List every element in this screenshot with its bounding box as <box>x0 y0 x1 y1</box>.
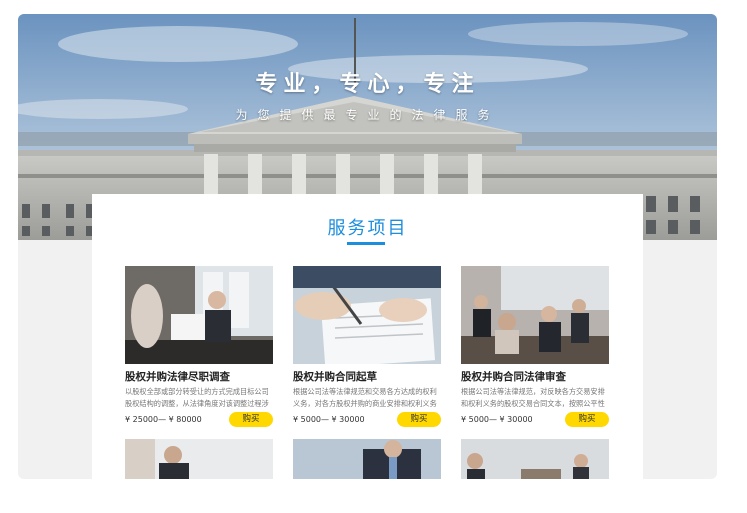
service-card[interactable]: 股权并购合同起草 根据公司法等法律规范和交易各方达成的权利义务，对各方股权并购的… <box>293 266 441 428</box>
service-image-signing <box>293 266 441 364</box>
service-image-partial <box>461 439 609 479</box>
service-image-partial <box>125 439 273 479</box>
buy-button[interactable]: 购买 <box>397 412 441 427</box>
service-description: 根据公司法等法律规范，对反映各方交易安排和权利义务的股权交易合同文本，按照公平性… <box>461 387 605 408</box>
service-image-conference <box>461 266 609 364</box>
service-price: ¥ 5000— ¥ 30000 <box>461 415 533 424</box>
service-card[interactable]: 股权并购合同法律审查 根据公司法等法律规范，对反映各方交易安排和权利义务的股权交… <box>461 266 609 428</box>
service-card-partial[interactable] <box>125 439 273 479</box>
buy-button[interactable]: 购买 <box>565 412 609 427</box>
hero-subtitle: 为您提供最专业的法律服务 <box>235 108 500 122</box>
services-panel: 服务项目 股权并购法律尽职调查 以股权全部或部分转受让的方式完成目标公司股权结构… <box>92 194 643 479</box>
service-card-partial[interactable] <box>461 439 609 479</box>
service-image-partial <box>293 439 441 479</box>
service-description: 根据公司法等法律规范和交易各方达成的权利义务，对各方股权并购的商业安排和权利义务… <box>293 387 437 408</box>
service-image-meeting <box>125 266 273 364</box>
service-name: 股权并购合同法律审查 <box>461 371 566 383</box>
service-name: 股权并购合同起草 <box>293 371 377 383</box>
service-card[interactable]: 股权并购法律尽职调查 以股权全部或部分转受让的方式完成目标公司股权结构的调整，从… <box>125 266 273 428</box>
service-name: 股权并购法律尽职调查 <box>125 371 230 383</box>
section-title: 服务项目 <box>327 218 408 239</box>
service-card-partial[interactable] <box>293 439 441 479</box>
service-price: ¥ 5000— ¥ 30000 <box>293 415 365 424</box>
page-frame: 专业，专心，专注 为您提供最专业的法律服务 服务项目 股权并购法律尽职调查 以股… <box>18 14 717 479</box>
service-description: 以股权全部或部分转受让的方式完成目标公司股权结构的调整，从法律角度对该调整过程涉… <box>125 387 269 408</box>
hero-title: 专业，专心，专注 <box>255 72 480 97</box>
section-underline <box>347 242 385 245</box>
service-price: ¥ 25000— ¥ 80000 <box>125 415 202 424</box>
buy-button[interactable]: 购买 <box>229 412 273 427</box>
